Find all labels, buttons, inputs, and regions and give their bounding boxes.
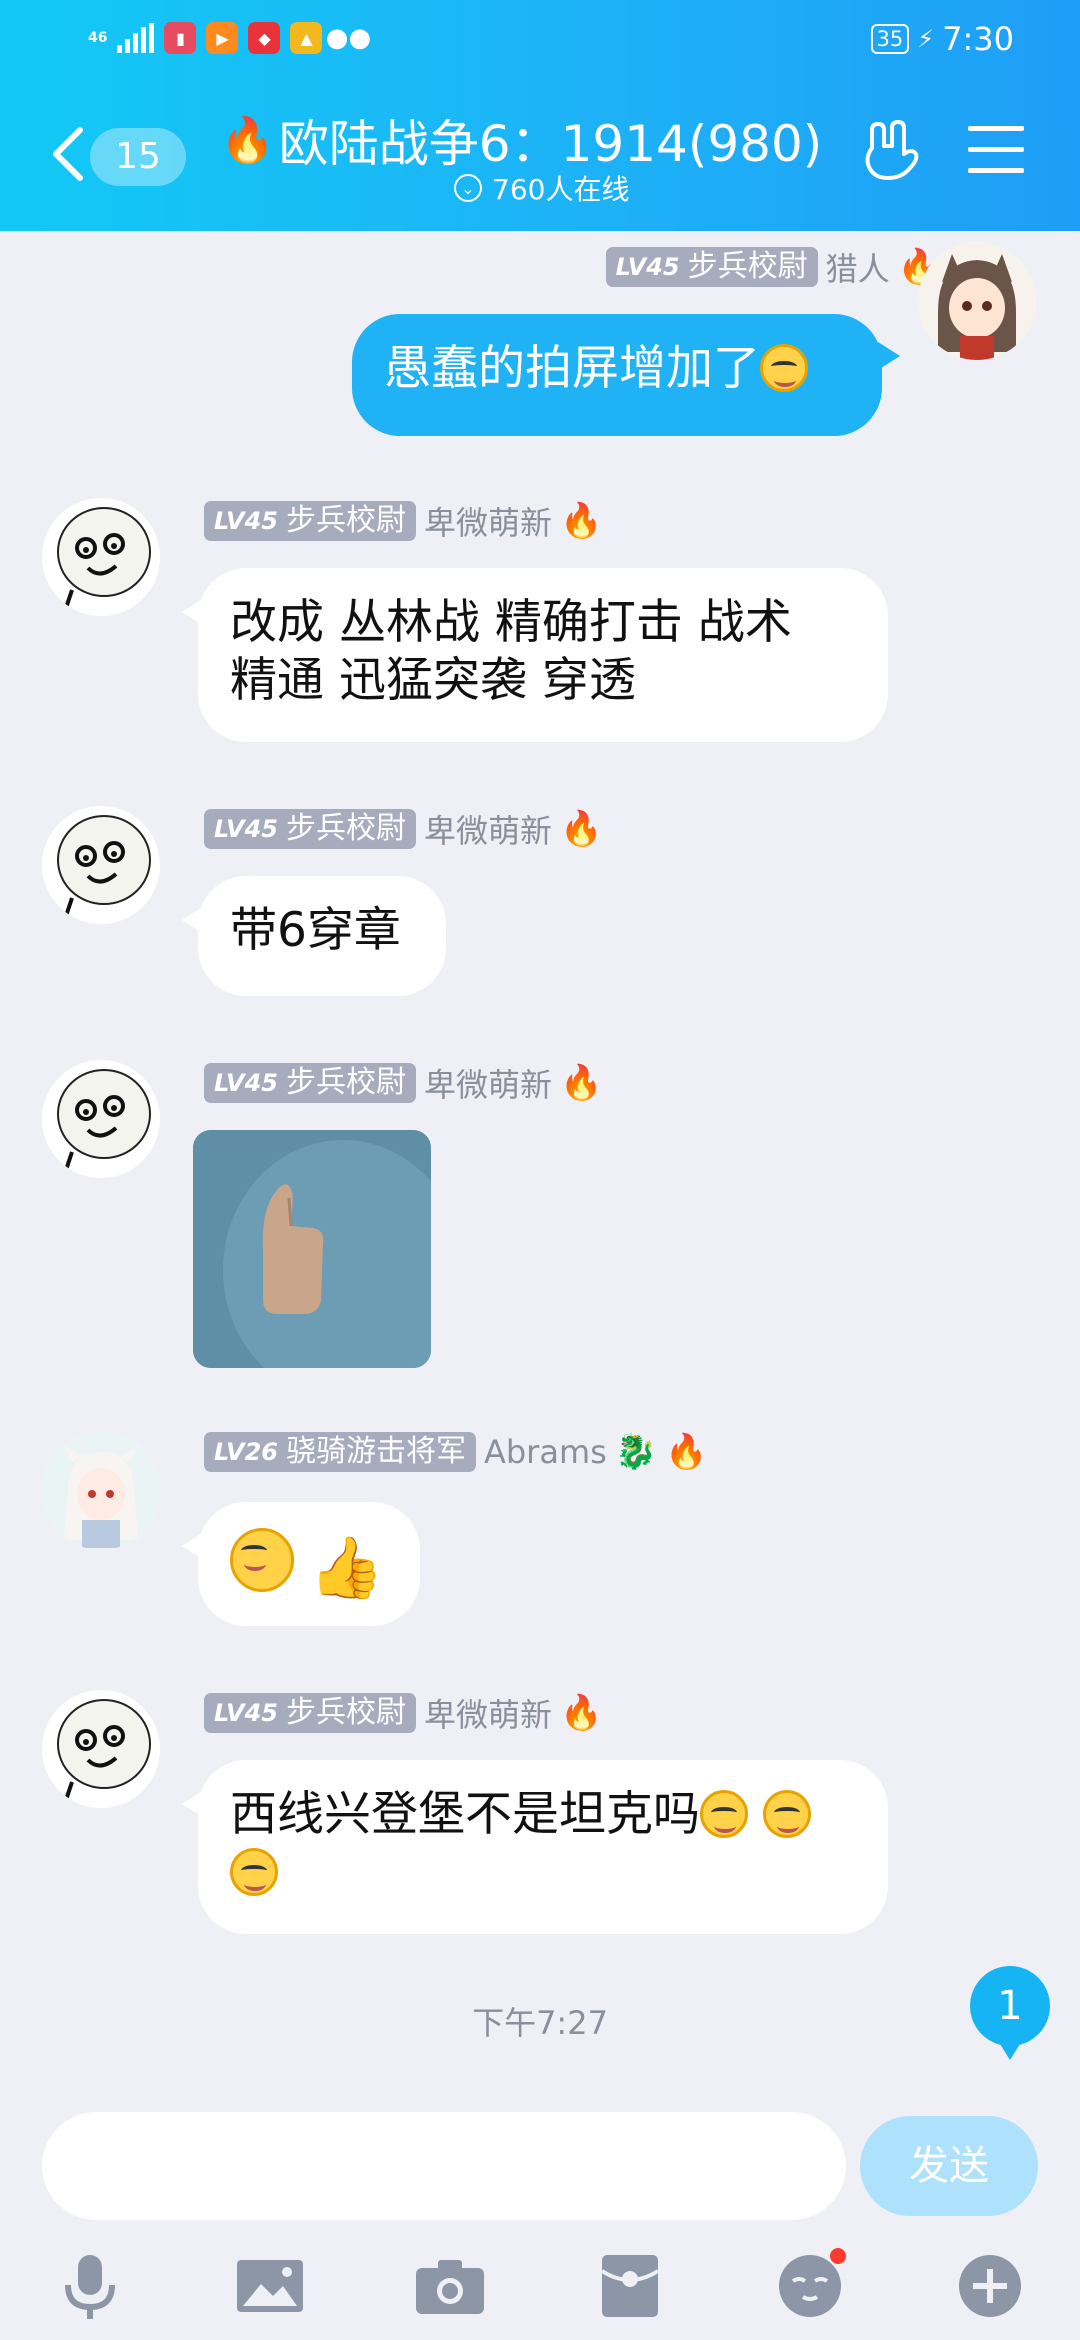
new-message-badge[interactable]: 1 [970,1966,1050,2060]
level-badge: LV26 骁骑游击将军 [204,1432,476,1472]
fire-icon: 🔥 [559,501,603,541]
sender-name: 卑微萌新 [423,1066,552,1104]
dragon-icon: 🐉 [614,1432,658,1472]
fire-icon: 🔥 [665,1432,708,1472]
video-app-icon: ▶ [206,22,239,54]
rock-hand-icon[interactable] [858,118,922,182]
chat-header: 46 ▮ ▶ ◆ ▲ ●● 35 ⚡ 7:30 15 🔥 欧陆战争6：1914(… [0,0,1080,231]
smirk-emoji-icon [762,1790,811,1838]
input-toolbar [0,2230,1080,2340]
level-badge: LV45 步兵校尉 [204,1693,416,1733]
network-type: 46 [88,30,108,46]
avatar[interactable] [42,1432,160,1550]
avatar[interactable] [42,498,160,616]
sender-name: 卑微萌新 [423,812,552,850]
fire-icon: 🔥 [559,1063,603,1103]
chat-bubble[interactable]: 改成 丛林战 精确打击 战术 精通 迅猛突袭 穿透 [182,568,888,742]
wechat-icon: ●● [325,23,372,53]
message-text-line: 精通 迅猛突袭 穿透 [230,653,636,708]
avatar[interactable] [42,806,160,924]
message-input[interactable] [42,2112,846,2220]
smirk-emoji-icon [760,344,808,392]
level-badge: LV45 步兵校尉 [204,809,416,849]
smirk-emoji-icon [230,1848,278,1896]
message-meta: LV45 步兵校尉 猎人 🔥 [605,244,940,290]
avatar[interactable] [42,1060,160,1178]
message-text: 带6穿章 [230,903,401,958]
fire-icon: 🔥 [559,809,603,849]
camera-icon[interactable] [410,2246,490,2326]
chat-bubble-own[interactable]: 愚蠢的拍屏增加了 [352,314,900,436]
level-badge: LV45 步兵校尉 [605,247,818,287]
send-button[interactable]: 发送 [860,2116,1038,2216]
status-right: 35 ⚡ 7:30 [870,20,1014,58]
message-meta: LV26 骁骑游击将军 Abrams 🐉 🔥 [204,1432,707,1472]
status-bar: 46 ▮ ▶ ◆ ▲ ●● 35 ⚡ 7:30 [0,0,1080,80]
sender-name: 卑微萌新 [423,1696,552,1734]
battery-icon: 35 [870,24,910,54]
chevron-down-icon: ⌄ [454,174,482,202]
unread-back-badge[interactable]: 15 [90,128,186,186]
status-time: 7:30 [942,20,1014,58]
level-badge: LV45 步兵校尉 [204,1063,416,1103]
chat-bubble[interactable]: 西线兴登堡不是坦克吗 [182,1760,888,1934]
game-app-icon: ▲ [290,22,323,54]
smirk-emoji-icon [700,1790,748,1838]
fire-icon: 🔥 [220,115,275,166]
message-meta: LV45 步兵校尉 卑微萌新 🔥 [204,1060,602,1106]
message-text-line: 改成 丛林战 精确打击 战术 [230,595,792,650]
sender-name: Abrams [483,1433,607,1471]
message-meta: LV45 步兵校尉 卑微萌新 🔥 [204,806,602,852]
image-icon[interactable] [230,2246,310,2326]
message-meta: LV45 步兵校尉 卑微萌新 🔥 [204,1690,602,1736]
microphone-icon[interactable] [50,2246,130,2326]
smirk-emoji-icon [230,1528,294,1592]
charging-icon: ⚡ [917,25,935,53]
online-count: 760人在线 [492,173,630,206]
emoji-icon[interactable] [770,2246,850,2326]
plus-icon[interactable] [950,2246,1030,2326]
signal-icon [117,23,155,53]
sender-name: 猎人 [825,250,890,288]
message-meta: LV45 步兵校尉 卑微萌新 🔥 [204,498,602,544]
message-text: 愚蠢的拍屏增加了 [384,341,760,396]
thumbs-up-photo[interactable] [193,1130,431,1368]
chat-bubble[interactable]: 👍 [182,1502,420,1626]
fire-icon: 🔥 [559,1693,603,1733]
online-status[interactable]: ⌄ 760人在线 [454,168,629,208]
red-packet-icon[interactable] [590,2246,670,2326]
message-text: 西线兴登堡不是坦克吗 [230,1787,700,1842]
status-left: 46 ▮ ▶ ◆ ▲ ●● [88,22,372,54]
group-title-text: 欧陆战争6：1914(980) [278,115,823,173]
level-badge: LV45 步兵校尉 [204,501,416,541]
chat-bubble[interactable]: 带6穿章 [182,876,446,996]
group-title[interactable]: 🔥 欧陆战争6：1914(980) [220,104,822,176]
avatar[interactable] [918,242,1036,360]
avatar[interactable] [42,1690,160,1808]
store-app-icon: ◆ [248,22,281,54]
book-app-icon: ▮ [164,22,197,54]
message-timestamp: 下午7:27 [472,2004,608,2042]
thumbs-up-emoji-icon: 👍 [308,1533,384,1603]
notification-dot [830,2248,846,2264]
sender-name: 卑微萌新 [423,504,552,542]
menu-icon[interactable] [968,126,1024,176]
